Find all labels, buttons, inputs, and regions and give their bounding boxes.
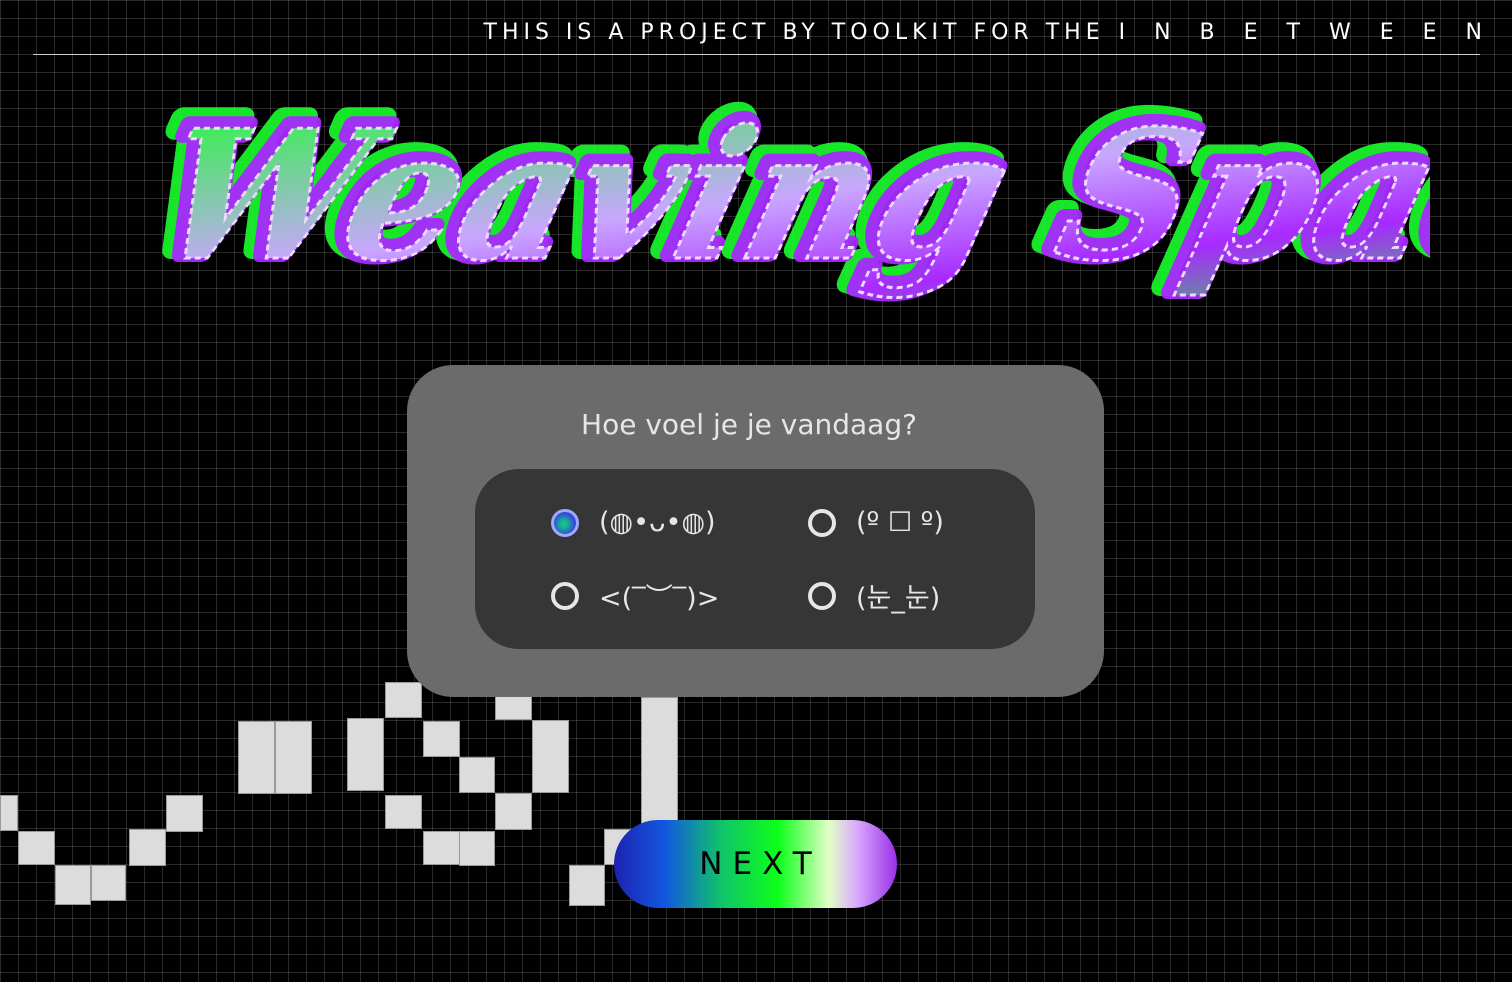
pixel-block xyxy=(347,718,384,791)
pixel-block xyxy=(385,795,422,829)
mood-option-shocked[interactable]: (º ☐ º) xyxy=(808,507,944,538)
mood-options-panel: (◍•ᴗ•◍) (º ☐ º) <(‾︶‾)> (눈_눈) xyxy=(475,469,1035,649)
pixel-block xyxy=(18,831,55,865)
mood-option-label: (눈_눈) xyxy=(856,583,941,614)
pixel-block xyxy=(423,721,460,757)
pixel-block xyxy=(55,865,91,905)
pixel-block xyxy=(238,721,275,794)
mood-option-label: <(‾︶‾)> xyxy=(599,583,720,614)
project-credit: THIS IS A PROJECT BY TOOLKIT FOR THE INB… xyxy=(484,20,1483,45)
credit-inbetween: INBETWEEN xyxy=(1118,20,1511,45)
radio-unselected-icon[interactable] xyxy=(808,581,836,610)
pixel-block xyxy=(569,865,605,906)
mood-question: Hoe voel je je vandaag? xyxy=(581,408,917,441)
mood-option-unimpressed[interactable]: (눈_눈) xyxy=(808,576,940,615)
pixel-block xyxy=(275,721,312,794)
pixel-block xyxy=(129,829,166,866)
radio-unselected-icon[interactable] xyxy=(551,581,579,610)
mood-option-label: (º ☐ º) xyxy=(856,507,944,538)
mood-option-label: (◍•ᴗ•◍) xyxy=(599,507,716,538)
pixel-block xyxy=(166,795,203,832)
pixel-block xyxy=(641,697,678,832)
mood-option-content[interactable]: <(‾︶‾)> xyxy=(551,576,719,615)
pixel-block xyxy=(91,865,126,901)
pixel-block xyxy=(459,757,495,793)
header-divider xyxy=(33,54,1480,55)
mood-option-happy[interactable]: (◍•ᴗ•◍) xyxy=(551,507,716,538)
credit-prefix: THIS IS A PROJECT BY TOOLKIT FOR THE xyxy=(483,20,1105,45)
pixel-block xyxy=(423,831,460,865)
next-button-label: NEXT xyxy=(699,846,822,882)
pixel-block xyxy=(385,682,422,718)
pixel-block xyxy=(459,831,495,866)
radio-selected-icon[interactable] xyxy=(551,508,579,537)
pixel-block xyxy=(495,696,532,720)
title-main: Weaving Spaces xyxy=(139,91,1430,301)
pixel-block xyxy=(495,793,532,830)
pixel-block xyxy=(532,720,569,793)
site-title: Weaving Spaces Weaving Spaces Weaving Sp… xyxy=(117,80,1430,304)
radio-unselected-icon[interactable] xyxy=(808,508,836,537)
pixel-block xyxy=(0,795,18,831)
next-button[interactable]: NEXT xyxy=(614,820,897,908)
